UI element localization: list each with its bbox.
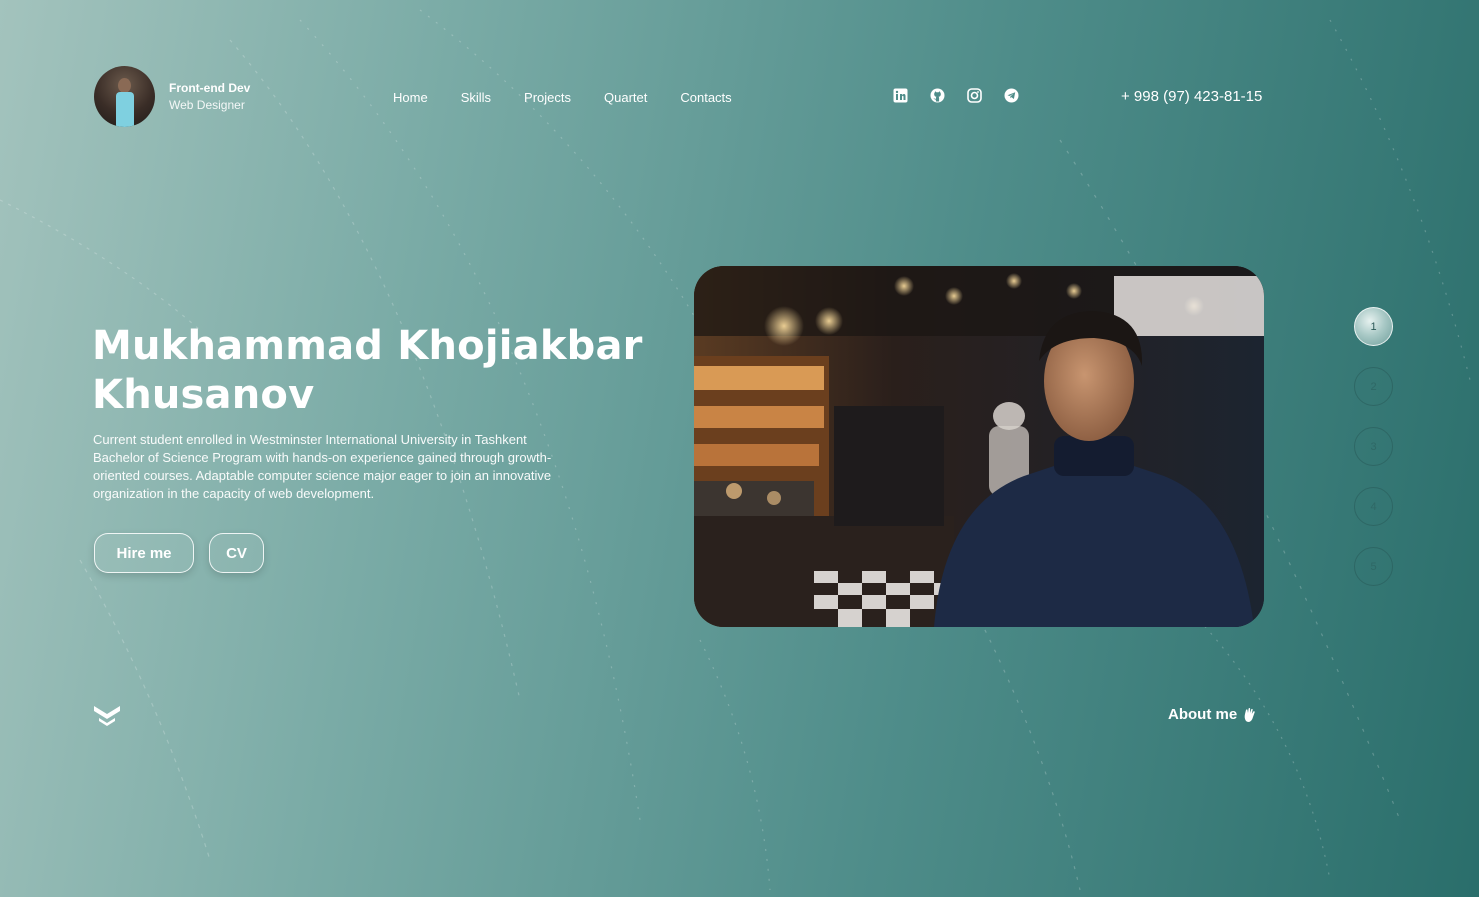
main-nav: Home Skills Projects Quartet Contacts: [393, 89, 765, 107]
hero-description: Current student enrolled in Westminster …: [93, 432, 552, 501]
linkedin-icon[interactable]: [893, 88, 908, 103]
waving-hand-icon: [1243, 707, 1257, 723]
nav-item-projects[interactable]: Projects: [524, 89, 571, 107]
about-me-link[interactable]: About me: [1168, 706, 1257, 723]
pager-dot-4[interactable]: 4: [1354, 487, 1393, 526]
phone-number[interactable]: + 998 (97) 423-81-15: [1121, 87, 1262, 107]
social-links: [893, 88, 1019, 103]
avatar: [94, 66, 155, 127]
pager-dot-1[interactable]: 1: [1354, 307, 1393, 346]
pager-dot-3[interactable]: 3: [1354, 427, 1393, 466]
logo-mark-icon[interactable]: [93, 704, 121, 728]
pager-dot-5[interactable]: 5: [1354, 547, 1393, 586]
github-icon[interactable]: [930, 88, 945, 103]
brand-text: Front-end Dev Web Designer: [169, 80, 250, 114]
brand[interactable]: Front-end Dev Web Designer: [94, 66, 250, 127]
hire-me-button[interactable]: Hire me: [94, 533, 194, 573]
about-me-label: About me: [1168, 706, 1238, 723]
instagram-icon[interactable]: [967, 88, 982, 103]
pager-dot-2[interactable]: 2: [1354, 367, 1393, 406]
cv-button[interactable]: CV: [209, 533, 264, 573]
nav-item-contacts[interactable]: Contacts: [680, 89, 731, 107]
nav-item-home[interactable]: Home: [393, 89, 428, 107]
nav-item-skills[interactable]: Skills: [461, 89, 491, 107]
hero-name: Mukhammad Khojiakbar Khusanov: [92, 323, 643, 418]
profile-photo: [694, 266, 1264, 627]
telegram-icon[interactable]: [1004, 88, 1019, 103]
brand-subtitle: Web Designer: [169, 97, 245, 112]
nav-item-quartet[interactable]: Quartet: [604, 89, 647, 107]
brand-title: Front-end Dev: [169, 80, 251, 95]
